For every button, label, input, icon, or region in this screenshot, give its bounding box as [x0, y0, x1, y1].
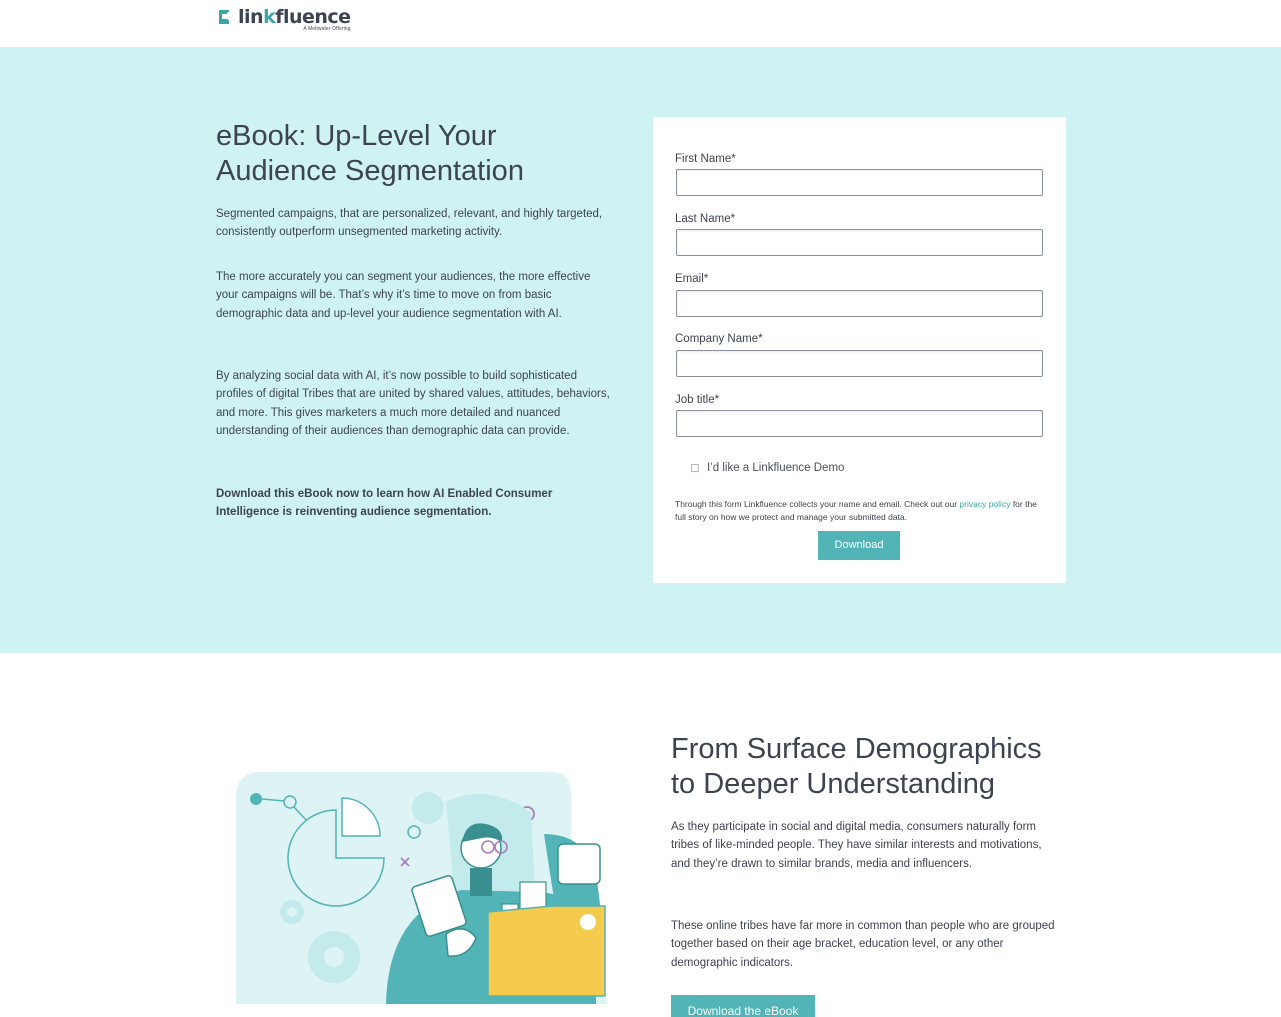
- hero-paragraph-cta: Download this eBook now to learn how AI …: [216, 488, 553, 519]
- job-title-field[interactable]: [676, 410, 1043, 437]
- first-name-label: First Name*: [675, 153, 736, 165]
- last-name-label: Last Name*: [675, 213, 736, 225]
- top-header: linkfluence A Meltwater Offering: [0, 0, 1281, 47]
- job-title-label: Job title*: [675, 394, 720, 406]
- linkfluence-logo-icon: [219, 10, 236, 24]
- section-paragraph-2: These online tribes have far more in com…: [671, 920, 1055, 969]
- demo-checkbox-label[interactable]: I’d like a Linkfluence Demo: [707, 462, 844, 474]
- hero-paragraph-2: The more accurately you can segment your…: [216, 271, 591, 320]
- linkfluence-logo[interactable]: linkfluence A Meltwater Offering: [219, 8, 351, 32]
- hero-paragraph-1: Segmented campaigns, that are personaliz…: [216, 208, 603, 239]
- privacy-policy-link[interactable]: privacy policy: [959, 499, 1010, 509]
- first-name-field[interactable]: [676, 169, 1043, 196]
- logo-wordmark: linkfluence: [238, 6, 351, 28]
- company-name-label: Company Name*: [675, 333, 763, 345]
- download-form: First Name* Last Name* Email* Company Na…: [653, 117, 1066, 583]
- email-field[interactable]: [676, 290, 1043, 317]
- hero-section: [0, 47, 1281, 653]
- segmentation-illustration: [236, 772, 608, 1004]
- demo-checkbox[interactable]: [691, 464, 699, 472]
- privacy-notice: Through this form Linkfluence collects y…: [675, 499, 1037, 522]
- download-ebook-button[interactable]: Download the eBook: [671, 995, 815, 1017]
- download-button[interactable]: Download: [818, 531, 900, 560]
- section-title: From Surface Demographics to Deeper Unde…: [671, 733, 1042, 800]
- company-name-field[interactable]: [676, 350, 1043, 377]
- page-title: eBook: Up-Level Your Audience Segmentati…: [216, 120, 524, 187]
- section-paragraph-1: As they participate in social and digita…: [671, 821, 1042, 870]
- hero-paragraph-3: By analyzing social data with AI, it’s n…: [216, 370, 610, 437]
- last-name-field[interactable]: [676, 229, 1043, 256]
- email-label: Email*: [675, 273, 709, 285]
